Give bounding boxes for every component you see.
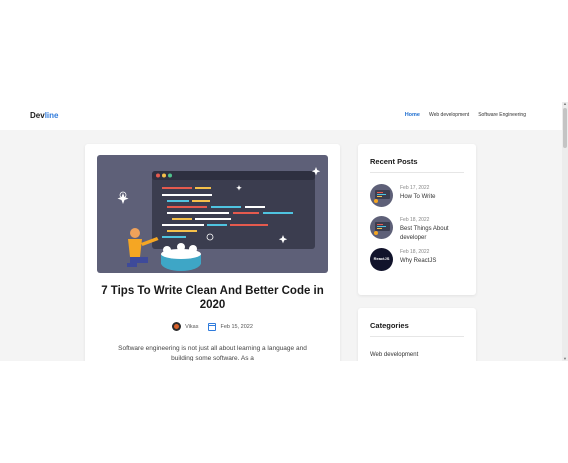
react-logo-thumbnail: ReactJS bbox=[370, 248, 393, 271]
nav-links: Home Web development Software Engineerin… bbox=[405, 112, 526, 118]
recent-post-title[interactable]: Why ReactJS bbox=[400, 257, 470, 266]
divider bbox=[370, 172, 464, 173]
recent-posts-title: Recent Posts bbox=[370, 157, 418, 166]
post-author[interactable]: Vikas bbox=[172, 322, 198, 331]
react-logo-text: ReactJS bbox=[373, 256, 390, 261]
post-title[interactable]: 7 Tips To Write Clean And Better Code in… bbox=[97, 284, 328, 312]
code-illustration-icon bbox=[117, 167, 321, 271]
brand-logo[interactable]: Devline bbox=[30, 111, 58, 120]
recent-post-item[interactable]: ReactJS Feb 18, 2022 Why ReactJS bbox=[370, 248, 470, 272]
vertical-scrollbar[interactable]: ▲ ▼ bbox=[562, 102, 568, 361]
recent-post-date: Feb 17, 2022 bbox=[400, 185, 430, 191]
nav-web-development-link[interactable]: Web development bbox=[429, 112, 469, 118]
categories-widget: Categories Web development bbox=[358, 308, 476, 361]
code-illustration-icon bbox=[374, 190, 390, 203]
recent-post-thumbnail bbox=[370, 216, 393, 239]
recent-post-date: Feb 18, 2022 bbox=[400, 249, 430, 255]
recent-post-date: Feb 18, 2022 bbox=[400, 217, 430, 223]
recent-post-item[interactable]: Feb 18, 2022 Best Things About developer bbox=[370, 216, 470, 242]
categories-title: Categories bbox=[370, 321, 409, 330]
post-cover-image[interactable] bbox=[97, 155, 328, 273]
post-date-text: Feb 15, 2022 bbox=[220, 323, 253, 330]
post-excerpt: Software engineering is not just all abo… bbox=[118, 345, 307, 361]
recent-post-title[interactable]: Best Things About developer bbox=[400, 225, 470, 242]
post-date: Feb 15, 2022 bbox=[208, 322, 253, 331]
recent-post-thumbnail bbox=[370, 184, 393, 207]
featured-post-card[interactable]: 7 Tips To Write Clean And Better Code in… bbox=[85, 144, 340, 361]
category-web-development[interactable]: Web development bbox=[370, 352, 418, 358]
nav-software-engineering-link[interactable]: Software Engineering bbox=[478, 112, 526, 118]
brand-part-dev: Dev bbox=[30, 111, 45, 120]
recent-post-title[interactable]: How To Write bbox=[400, 193, 470, 202]
recent-posts-widget: Recent Posts Feb 17, 2022 How To Write F… bbox=[358, 144, 476, 295]
scroll-up-arrow-icon[interactable]: ▲ bbox=[563, 102, 567, 106]
author-name: Vikas bbox=[185, 323, 199, 330]
post-meta: Vikas Feb 15, 2022 bbox=[97, 322, 328, 331]
browser-viewport: Devline Home Web development Software En… bbox=[0, 102, 568, 361]
divider bbox=[370, 336, 464, 337]
brand-part-line: line bbox=[44, 111, 59, 120]
code-illustration-icon bbox=[374, 222, 390, 235]
navbar: Devline Home Web development Software En… bbox=[0, 102, 562, 130]
nav-home-link[interactable]: Home bbox=[405, 112, 420, 118]
scroll-down-arrow-icon[interactable]: ▼ bbox=[563, 357, 567, 361]
calendar-icon bbox=[208, 322, 217, 331]
author-avatar bbox=[172, 322, 182, 331]
recent-post-item[interactable]: Feb 17, 2022 How To Write bbox=[370, 184, 470, 208]
scrollbar-thumb[interactable] bbox=[563, 108, 567, 148]
